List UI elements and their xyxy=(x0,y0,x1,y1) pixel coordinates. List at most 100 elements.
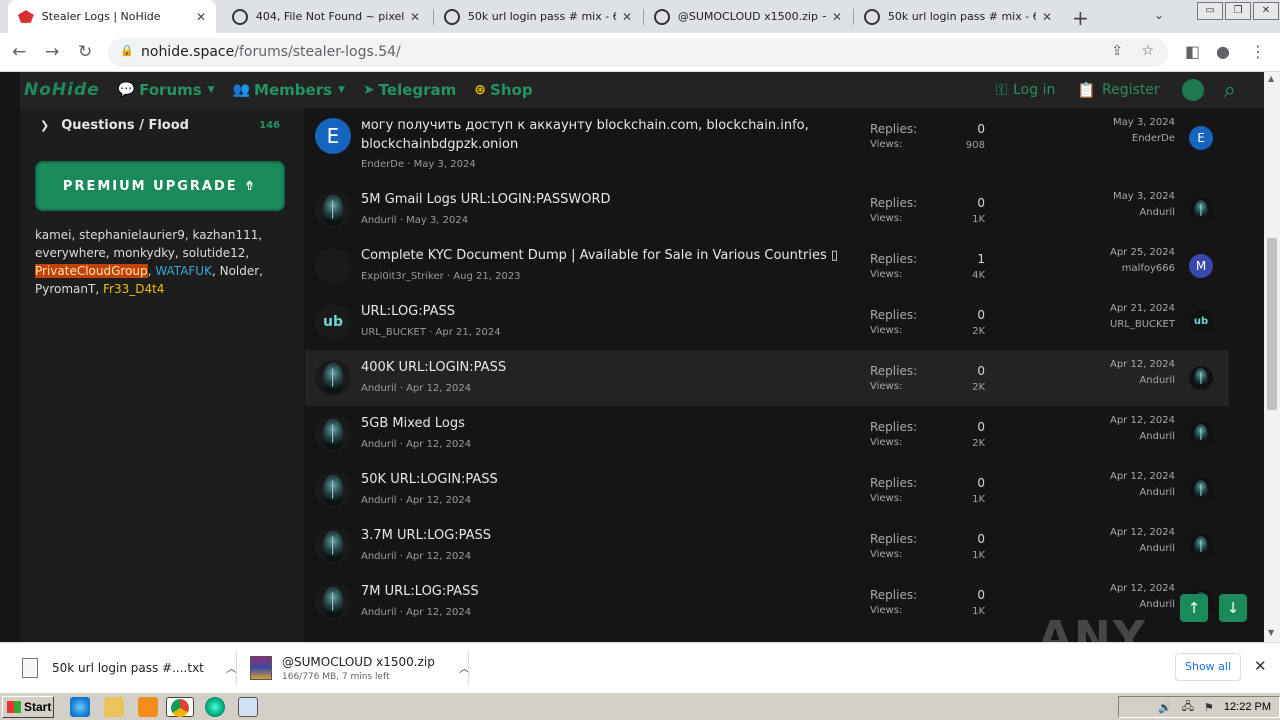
last-post-date[interactable]: Apr 12, 2024 xyxy=(1110,359,1175,370)
last-poster[interactable]: URL_BUCKET xyxy=(1110,319,1175,330)
avatar[interactable] xyxy=(315,192,351,228)
search-icon[interactable]: ⌕ xyxy=(1224,78,1236,103)
avatar[interactable] xyxy=(315,584,351,620)
thread-author[interactable]: Anduril xyxy=(361,551,397,562)
media-player-icon[interactable] xyxy=(138,697,158,717)
folder-icon[interactable] xyxy=(104,697,124,717)
scroll-down-arrow-icon[interactable]: ↓ xyxy=(1219,594,1247,622)
online-user-link[interactable]: Fr33_D4t4 xyxy=(103,282,164,296)
close-icon[interactable]: ✕ xyxy=(832,10,842,24)
profile-icon[interactable]: ● xyxy=(1216,42,1230,61)
last-poster[interactable]: Anduril xyxy=(1139,543,1175,554)
last-poster[interactable]: malfoy666 xyxy=(1122,263,1175,274)
internet-explorer-icon[interactable] xyxy=(70,697,90,717)
avatar[interactable] xyxy=(315,360,351,396)
thread-author[interactable]: URL_BUCKET xyxy=(361,327,426,338)
clock[interactable]: 12:22 PM xyxy=(1224,701,1271,713)
thread-title[interactable]: могу получить доступ к аккаунту blockcha… xyxy=(361,116,831,154)
tab-pixeldrain-404[interactable]: 404, File Not Found ~ pixeldra ✕ xyxy=(222,0,430,33)
avatar[interactable]: ub xyxy=(315,304,351,340)
thread-row[interactable]: 50K URL:LOGIN:PASS Anduril · Apr 12, 202… xyxy=(305,462,1229,518)
thread-title[interactable]: 7M URL:LOG:PASS xyxy=(361,582,831,601)
nav-forums[interactable]: 💬 Forums ▼ xyxy=(118,81,215,99)
scroll-up-triangle-icon[interactable]: ▲ xyxy=(1268,74,1274,83)
register-link[interactable]: 📋 Register xyxy=(1077,81,1159,99)
thread-title[interactable]: 5M Gmail Logs URL:LOGIN:PASSWORD xyxy=(361,190,831,209)
caret-down-icon[interactable]: ▼ xyxy=(338,85,345,95)
window-close-icon[interactable]: ✕ xyxy=(1253,2,1279,20)
thread-author[interactable]: Expl0it3r_Striker xyxy=(361,271,444,282)
tab-sumocloud[interactable]: @SUMOCLOUD x1500.zip ~ pi ✕ xyxy=(644,0,852,33)
thread-title[interactable]: 50K URL:LOGIN:PASS xyxy=(361,470,831,489)
last-post-date[interactable]: May 3, 2024 xyxy=(1113,191,1175,202)
avatar[interactable] xyxy=(315,528,351,564)
thread-title[interactable]: URL:LOG:PASS xyxy=(361,302,831,321)
avatar[interactable] xyxy=(1189,198,1213,222)
thread-row[interactable]: E могу получить доступ к аккаунту blockc… xyxy=(305,108,1229,182)
thread-row[interactable]: Complete KYC Document Dump | Available f… xyxy=(305,238,1229,294)
last-post-date[interactable]: May 3, 2024 xyxy=(1113,117,1175,128)
thread-author[interactable]: Anduril xyxy=(361,215,397,226)
tab-stealer-logs[interactable]: Stealer Logs | NoHide ✕ xyxy=(8,0,216,33)
sidebar-item-questions-flood[interactable]: ❯ Questions / Flood 146 xyxy=(40,118,280,133)
edge-icon[interactable] xyxy=(205,697,225,717)
close-icon[interactable]: ✕ xyxy=(410,10,420,24)
avatar[interactable] xyxy=(1189,366,1213,390)
last-poster[interactable]: Anduril xyxy=(1139,375,1175,386)
notepad-icon[interactable] xyxy=(238,697,258,717)
last-post-date[interactable]: Apr 12, 2024 xyxy=(1110,415,1175,426)
online-user-link[interactable]: PrivateCloudGroup xyxy=(35,264,148,278)
side-panel-icon[interactable]: ◧ xyxy=(1185,42,1200,61)
last-post-date[interactable]: Apr 25, 2024 xyxy=(1110,247,1175,258)
avatar[interactable]: ub xyxy=(1189,310,1213,334)
kebab-menu-icon[interactable]: ⋮ xyxy=(1250,42,1266,61)
avatar[interactable] xyxy=(1189,478,1213,502)
last-poster[interactable]: Anduril xyxy=(1139,487,1175,498)
avatar[interactable] xyxy=(315,472,351,508)
thread-row[interactable]: ub URL:LOG:PASS URL_BUCKET · Apr 21, 202… xyxy=(305,294,1229,350)
last-poster[interactable]: Anduril xyxy=(1139,207,1175,218)
thread-row[interactable]: 3.7M URL:LOG:PASS Anduril · Apr 12, 2024… xyxy=(305,518,1229,574)
download-item-zip[interactable]: @SUMOCLOUD x1500.zip 166/776 MB, 7 mins … xyxy=(250,643,470,693)
new-tab-icon[interactable]: + xyxy=(1072,6,1089,30)
online-user-link[interactable]: WATAFUK xyxy=(155,264,212,278)
lock-icon[interactable]: 🔒 xyxy=(120,44,134,57)
nav-shop[interactable]: ⊛ Shop xyxy=(474,81,532,99)
avatar[interactable]: M xyxy=(1189,254,1213,278)
thread-author[interactable]: Anduril xyxy=(361,495,397,506)
chevron-down-icon[interactable]: ❯ xyxy=(40,119,49,132)
site-logo[interactable]: NoHide xyxy=(24,80,100,100)
login-link[interactable]: ⚿ Log in xyxy=(996,81,1056,99)
show-all-downloads-button[interactable]: Show all xyxy=(1175,653,1241,681)
close-icon[interactable]: ✕ xyxy=(1254,657,1267,675)
url-bar[interactable]: 🔒 nohide.space/forums/stealer-logs.54/ ⇪… xyxy=(108,38,1168,67)
scroll-up-arrow-icon[interactable]: ↑ xyxy=(1180,594,1208,622)
avatar[interactable] xyxy=(1189,422,1213,446)
avatar[interactable] xyxy=(315,416,351,452)
bookmark-star-icon[interactable]: ☆ xyxy=(1141,43,1154,59)
nav-telegram[interactable]: ➤ Telegram xyxy=(363,81,456,99)
volume-icon[interactable]: 🔊 xyxy=(1158,701,1172,714)
start-button[interactable]: Start xyxy=(2,696,54,718)
thread-row[interactable]: 5M Gmail Logs URL:LOGIN:PASSWORD Anduril… xyxy=(305,182,1229,238)
thread-author[interactable]: Anduril xyxy=(361,607,397,618)
language-globe-icon[interactable] xyxy=(1181,79,1204,101)
scroll-down-triangle-icon[interactable]: ▼ xyxy=(1268,628,1274,637)
flag-icon[interactable]: ⚑ xyxy=(1204,701,1214,714)
last-poster[interactable]: EnderDe xyxy=(1132,133,1175,144)
avatar[interactable] xyxy=(1189,534,1213,558)
premium-upgrade-button[interactable]: PREMIUM UPGRADE ⇮ xyxy=(35,161,285,211)
last-poster[interactable]: Anduril xyxy=(1139,599,1175,610)
forward-arrow-icon[interactable]: → xyxy=(45,42,59,62)
download-item-txt[interactable]: 50k url login pass #....txt ︿ xyxy=(22,643,237,693)
page-scrollbar[interactable]: ▲ ▼ xyxy=(1264,72,1280,642)
caret-down-icon[interactable]: ▼ xyxy=(208,85,215,95)
thread-author[interactable]: Anduril xyxy=(361,439,397,450)
reload-icon[interactable]: ↻ xyxy=(78,42,92,62)
thread-title[interactable]: 400K URL:LOGIN:PASS xyxy=(361,358,831,377)
thread-author[interactable]: EnderDe xyxy=(361,159,404,170)
share-icon[interactable]: ⇪ xyxy=(1111,43,1123,59)
tab-50k-url-1[interactable]: 50k url login pass # mix - 65.t ✕ xyxy=(434,0,642,33)
minimize-icon[interactable]: ▭ xyxy=(1197,2,1223,20)
close-icon[interactable]: ✕ xyxy=(1042,10,1052,24)
